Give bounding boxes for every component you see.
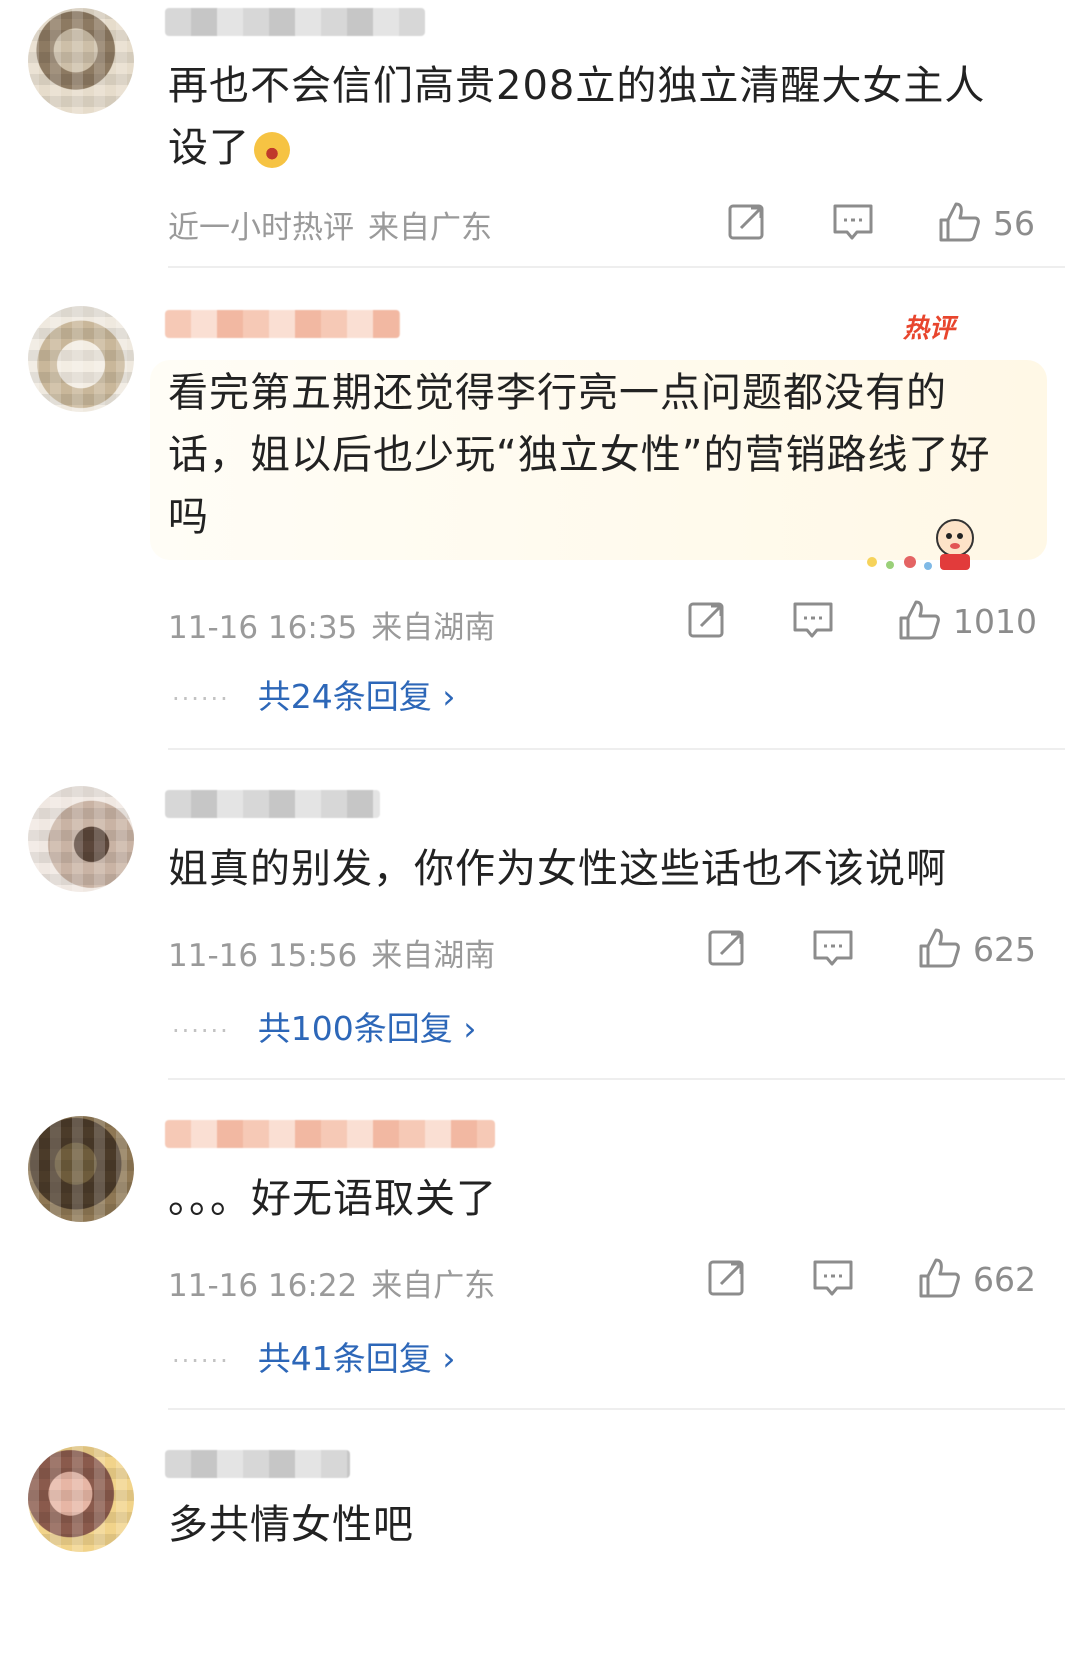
hot-comment-badge: 热评	[902, 314, 955, 344]
comment-actions: 56	[565, 200, 1065, 250]
reply-count: 共24条回复 ›	[257, 677, 456, 716]
comment-time: 11-16 15:56	[168, 938, 358, 974]
comment-actions: 625	[545, 926, 1045, 976]
comment-text: 。。。好无语取关了	[168, 1176, 497, 1222]
share-icon[interactable]	[705, 926, 749, 970]
comment-location: 来自湖南	[371, 610, 496, 646]
avatar[interactable]	[28, 1116, 134, 1222]
divider	[168, 266, 1065, 268]
comment-icon[interactable]	[831, 200, 875, 244]
comment-2: 热评 看完第五期还觉得李行亮一点问题都没有的话，姐以后也少玩“独立女性”的营销路…	[0, 270, 1065, 750]
comment-time: 11-16 16:22	[168, 1268, 358, 1304]
crying-laughing-emoji-icon	[254, 132, 290, 168]
username-blurred[interactable]	[165, 1120, 495, 1148]
comment-3: 姐真的别发，你作为女性这些话也不该说啊 11-16 15:56 来自湖南 625 …	[0, 750, 1065, 1080]
thumbs-up-icon[interactable]	[937, 200, 981, 244]
reply-count: 共100条回复 ›	[257, 1009, 477, 1048]
like-count: 1010	[953, 602, 1037, 641]
reply-count: 共41条回复 ›	[257, 1339, 456, 1378]
reply-dots: ······	[172, 1346, 230, 1375]
avatar[interactable]	[28, 1446, 134, 1552]
comment-location: 来自广东	[371, 1268, 496, 1304]
comment-meta: 11-16 16:22 来自广东	[168, 1260, 495, 1305]
reply-dots: ······	[172, 684, 230, 713]
comment-meta: 近一小时热评 来自广东	[168, 202, 492, 247]
avatar[interactable]	[28, 8, 134, 114]
like-count: 662	[973, 1260, 1036, 1299]
share-icon[interactable]	[685, 598, 729, 642]
comment-meta: 11-16 15:56 来自湖南	[168, 930, 495, 975]
comment-icon[interactable]	[811, 1256, 855, 1300]
share-icon[interactable]	[705, 1256, 749, 1300]
comment-time: 11-16 16:35	[168, 610, 358, 646]
avatar[interactable]	[28, 306, 134, 412]
comment-location: 来自广东	[368, 210, 492, 246]
view-replies-link[interactable]: ······ 共24条回复 ›	[172, 670, 455, 718]
cartoon-sticker-icon	[867, 519, 974, 570]
reply-dots: ······	[172, 1016, 230, 1045]
username-blurred[interactable]	[165, 790, 380, 818]
thumbs-up-icon[interactable]	[897, 598, 941, 642]
comment-text: 多共情女性吧	[168, 1502, 414, 1548]
comment-text: 姐真的别发，你作为女性这些话也不该说啊	[168, 846, 947, 892]
like-count: 56	[993, 204, 1035, 243]
comment-5: 多共情女性吧	[0, 1410, 1065, 1666]
comment-1: 再也不会信们高贵208立的独立清醒大女主人设了 近一小时热评 来自广东 56	[0, 0, 1065, 270]
comment-actions: 1010	[525, 598, 1037, 648]
username-blurred[interactable]	[165, 1450, 350, 1478]
like-count: 625	[973, 930, 1036, 969]
comment-meta: 11-16 16:35 来自湖南	[168, 602, 495, 647]
comment-icon[interactable]	[811, 926, 855, 970]
thumbs-up-icon[interactable]	[917, 1256, 961, 1300]
comment-text: 再也不会信们高贵208立的独立清醒大女主人设了	[168, 63, 986, 171]
share-icon[interactable]	[725, 200, 769, 244]
comment-4: 。。。好无语取关了 11-16 16:22 来自广东 662 ······ 共41条…	[0, 1080, 1065, 1410]
avatar[interactable]	[28, 786, 134, 892]
comment-location: 来自湖南	[371, 938, 496, 974]
view-replies-link[interactable]: ······ 共41条回复 ›	[172, 1332, 455, 1380]
username-blurred[interactable]	[165, 8, 425, 36]
comment-actions: 662	[545, 1256, 1045, 1306]
comment-time: 近一小时热评	[168, 210, 354, 246]
thumbs-up-icon[interactable]	[917, 926, 961, 970]
comment-icon[interactable]	[791, 598, 835, 642]
username-blurred[interactable]	[165, 310, 400, 338]
view-replies-link[interactable]: ······ 共100条回复 ›	[172, 1002, 476, 1050]
